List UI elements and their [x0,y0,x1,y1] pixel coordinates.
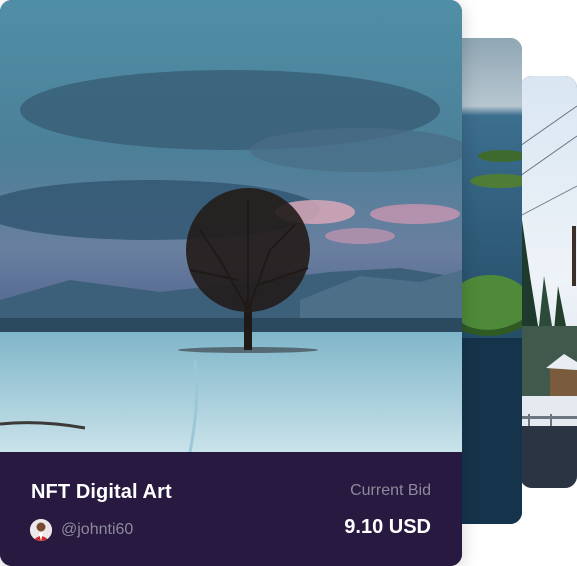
nft-title: NFT Digital Art [31,481,172,503]
user-avatar-icon [30,519,52,541]
avatar[interactable] [30,519,52,541]
tree-landscape-image [0,0,462,452]
current-bid-price: 9.10 USD [344,516,431,538]
owner-username[interactable]: @johnti60 [61,521,133,539]
nft-card-stack: NFT Digital Art Current Bid @johnti60 9.… [0,0,577,566]
nft-card-front[interactable]: NFT Digital Art Current Bid @johnti60 9.… [0,0,462,566]
snowy-forest-image [520,76,577,488]
nft-info-panel: NFT Digital Art Current Bid @johnti60 9.… [0,452,462,566]
nft-card-back[interactable] [520,76,577,488]
current-bid-label: Current Bid [350,482,431,499]
